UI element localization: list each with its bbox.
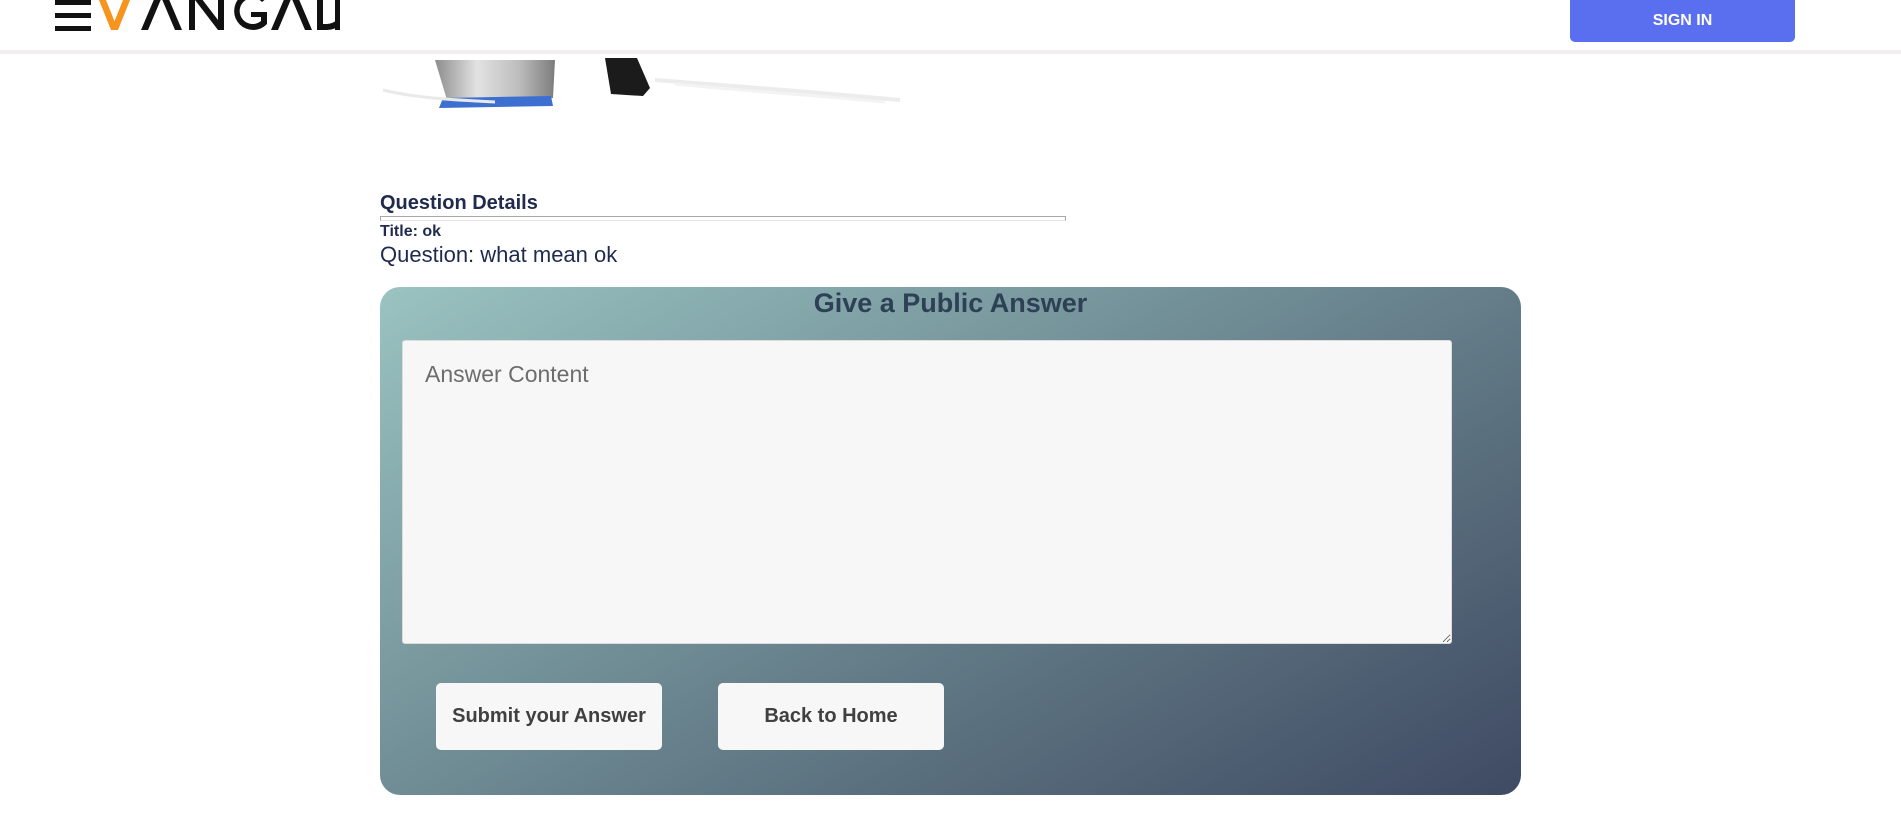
answer-form-heading: Give a Public Answer [813,288,1088,318]
evangadi-logo[interactable] [55,0,347,38]
hero-illustration [375,40,915,140]
page: SIGN IN Question Details Title: ok Quest… [0,0,1901,828]
divider [380,216,1066,221]
question-title: Title: ok [380,223,442,240]
answer-content-input[interactable] [402,340,1452,644]
back-to-home-button[interactable]: Back to Home [718,683,944,750]
sign-in-button[interactable]: SIGN IN [1570,0,1795,42]
submit-answer-button[interactable]: Submit your Answer [436,683,662,750]
question-details: Question Details Title: ok Question: wha… [380,190,1068,268]
top-navbar: SIGN IN [0,0,1901,54]
answer-form: Give a Public Answer Submit your Answer … [380,287,1521,795]
question-text: Question: what mean ok [380,242,618,267]
question-details-heading: Question Details [380,192,538,214]
